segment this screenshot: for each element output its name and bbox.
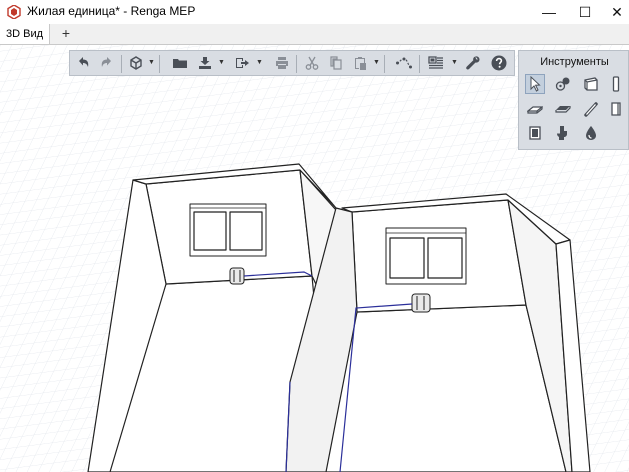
main-toolbar: ▼ ▼ ▼ ▼ ▼ <box>69 50 515 76</box>
paste-icon <box>355 57 366 70</box>
wall-icon <box>584 77 598 91</box>
tab-3d-view[interactable]: 3D Вид <box>0 24 51 44</box>
beam-tool[interactable] <box>553 99 573 119</box>
pipe-icon <box>584 102 598 117</box>
settings-button[interactable] <box>463 54 483 72</box>
import-button[interactable] <box>232 54 252 72</box>
drop-tool[interactable] <box>581 123 601 143</box>
right-radiator <box>411 293 431 313</box>
view-cube-dropdown-icon[interactable]: ▼ <box>148 59 155 69</box>
equipment-icon <box>555 77 570 91</box>
panel-tool[interactable] <box>606 99 626 119</box>
export-button[interactable] <box>195 54 215 72</box>
column-tool[interactable] <box>606 74 626 94</box>
title-bar: Жилая единица* - Renga MEP — ☐ ✕ <box>0 0 629 25</box>
open-button[interactable] <box>170 54 190 72</box>
pipe-tool[interactable] <box>581 99 601 119</box>
toolbar-separator <box>384 55 385 73</box>
paste-button[interactable] <box>350 54 370 72</box>
drop-icon <box>586 126 596 140</box>
export-dropdown-icon[interactable]: ▼ <box>218 59 225 69</box>
undo-icon <box>79 57 89 67</box>
add-tab-button[interactable]: + <box>56 24 76 44</box>
redo-button[interactable] <box>97 54 117 72</box>
select-cursor-icon <box>530 76 541 92</box>
tab-bar: 3D Вид + <box>0 24 629 45</box>
panel-icon <box>611 102 621 116</box>
wrench-icon <box>466 56 480 70</box>
import-dropdown-icon[interactable]: ▼ <box>256 59 263 69</box>
connect-route-button[interactable] <box>394 54 414 72</box>
copy-icon <box>330 56 342 70</box>
apartment-model <box>87 163 591 472</box>
wall-tool[interactable] <box>581 74 601 94</box>
layers-icon <box>428 56 443 69</box>
view-cube-icon <box>130 56 142 70</box>
toolbar-separator <box>296 55 297 73</box>
beam-icon <box>555 106 571 113</box>
cut-icon <box>305 56 319 70</box>
cut-button[interactable] <box>302 54 322 72</box>
floor-slab-tool[interactable] <box>525 99 545 119</box>
view-cube-button[interactable] <box>126 54 146 72</box>
minimize-button[interactable]: — <box>530 0 568 24</box>
left-window <box>189 203 267 257</box>
print-icon <box>276 57 288 69</box>
select-tool[interactable] <box>525 74 545 94</box>
import-icon <box>236 58 249 68</box>
toolbar-separator <box>419 55 420 73</box>
tools-panel: Инструменты <box>518 50 629 150</box>
left-radiator <box>229 267 245 285</box>
door-icon <box>529 126 541 140</box>
right-window <box>385 227 467 285</box>
help-button[interactable] <box>489 54 509 72</box>
toolbar-separator <box>159 55 160 73</box>
maximize-icon: ☐ <box>578 3 592 20</box>
window-title: Жилая единица* - Renga MEP <box>27 4 196 18</box>
close-icon: ✕ <box>611 3 623 20</box>
renga-logo-icon <box>7 5 21 19</box>
equipment-tool[interactable] <box>553 74 573 94</box>
layers-dropdown-icon[interactable]: ▼ <box>451 59 458 69</box>
help-icon <box>491 55 507 71</box>
floor-slab-icon <box>527 106 543 114</box>
folder-icon <box>173 59 187 68</box>
print-button[interactable] <box>272 54 292 72</box>
redo-icon <box>101 57 111 67</box>
export-icon <box>199 57 211 69</box>
copy-button[interactable] <box>326 54 346 72</box>
undo-button[interactable] <box>73 54 93 72</box>
layers-button[interactable] <box>426 54 446 72</box>
connect-route-icon <box>396 57 412 69</box>
tools-panel-title: Инструменты <box>540 56 609 68</box>
column-icon <box>612 76 620 92</box>
close-button[interactable]: ✕ <box>598 0 629 24</box>
door-tool[interactable] <box>525 123 545 143</box>
paste-dropdown-icon[interactable]: ▼ <box>373 59 380 69</box>
toolbar-separator <box>121 55 122 73</box>
minimize-icon: — <box>542 4 556 20</box>
sanitary-tool[interactable] <box>553 123 573 143</box>
sanitary-icon <box>557 126 567 140</box>
